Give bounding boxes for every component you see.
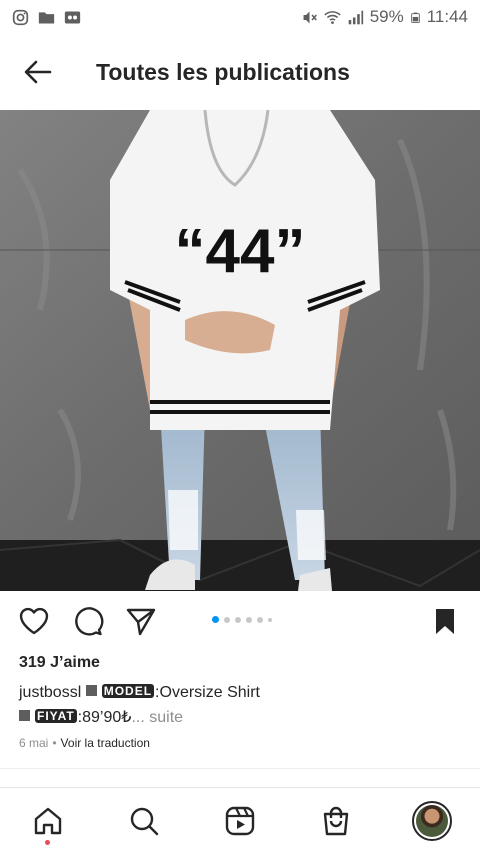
avatar xyxy=(412,800,452,841)
back-arrow-icon xyxy=(24,60,52,84)
nav-home[interactable] xyxy=(18,791,78,851)
voicemail-icon xyxy=(64,11,81,23)
square-bullet-icon xyxy=(19,710,30,721)
meta-separator: • xyxy=(52,736,57,750)
like-button[interactable] xyxy=(16,603,52,639)
carousel-dot xyxy=(224,616,230,623)
battery-icon xyxy=(410,12,420,23)
comment-icon xyxy=(75,607,104,636)
battery-percent: 59% xyxy=(369,7,404,26)
post-caption: justbossl MODEL:Oversize Shirt FIYAT:89’… xyxy=(19,680,469,730)
nav-profile[interactable] xyxy=(402,791,462,851)
carousel-dot xyxy=(235,616,241,623)
status-bar: 59% 11:44 xyxy=(0,0,480,34)
translate-link[interactable]: Voir la traduction xyxy=(61,736,150,750)
home-icon xyxy=(34,807,62,834)
shirt-print-text: “44” xyxy=(175,217,306,286)
caption-text: :Oversize Shirt xyxy=(155,684,260,701)
notification-dot xyxy=(45,839,50,845)
carousel-dot xyxy=(257,616,263,623)
carousel-dot xyxy=(246,616,252,623)
likes-count[interactable]: 319 J’aime xyxy=(19,654,100,672)
bookmark-icon xyxy=(436,609,454,634)
instagram-icon xyxy=(12,9,29,25)
clock: 11:44 xyxy=(426,7,468,26)
post-date: 6 mai xyxy=(19,736,49,750)
send-icon xyxy=(126,608,156,636)
caption-label: MODEL xyxy=(101,684,155,698)
caption-text: :89’90₺ xyxy=(77,709,132,726)
nav-shop[interactable] xyxy=(306,791,366,851)
page-title: Toutes les publications xyxy=(96,58,350,85)
nav-search[interactable] xyxy=(114,791,174,851)
square-bullet-icon xyxy=(85,685,97,696)
wifi-icon xyxy=(324,10,341,24)
search-icon xyxy=(130,807,159,835)
nav-reels[interactable] xyxy=(210,791,270,851)
comment-button[interactable] xyxy=(70,603,106,639)
caption-label: FIYAT xyxy=(35,709,77,723)
mute-icon xyxy=(303,11,317,23)
heart-icon xyxy=(19,607,49,635)
divider xyxy=(0,768,480,769)
carousel-dot xyxy=(268,617,272,622)
save-button[interactable] xyxy=(427,603,463,639)
post-meta: 6 mai • Voir la traduction xyxy=(19,736,150,750)
username[interactable]: justbossl xyxy=(19,684,81,701)
post-image[interactable]: “44” xyxy=(0,110,480,591)
folder-icon xyxy=(38,11,55,23)
bottom-nav xyxy=(0,787,480,853)
back-button[interactable] xyxy=(0,34,76,110)
shopping-bag-icon xyxy=(323,806,349,835)
post-actions xyxy=(0,598,480,644)
avatar-image xyxy=(416,804,448,837)
signal-icon xyxy=(348,10,363,24)
header: Toutes les publications xyxy=(0,34,480,110)
more-link[interactable]: ... suite xyxy=(131,709,183,726)
share-button[interactable] xyxy=(123,603,159,639)
post-photo: “44” xyxy=(0,110,480,591)
carousel-indicator xyxy=(212,616,272,623)
reels-icon xyxy=(225,806,255,835)
carousel-dot xyxy=(212,616,219,623)
